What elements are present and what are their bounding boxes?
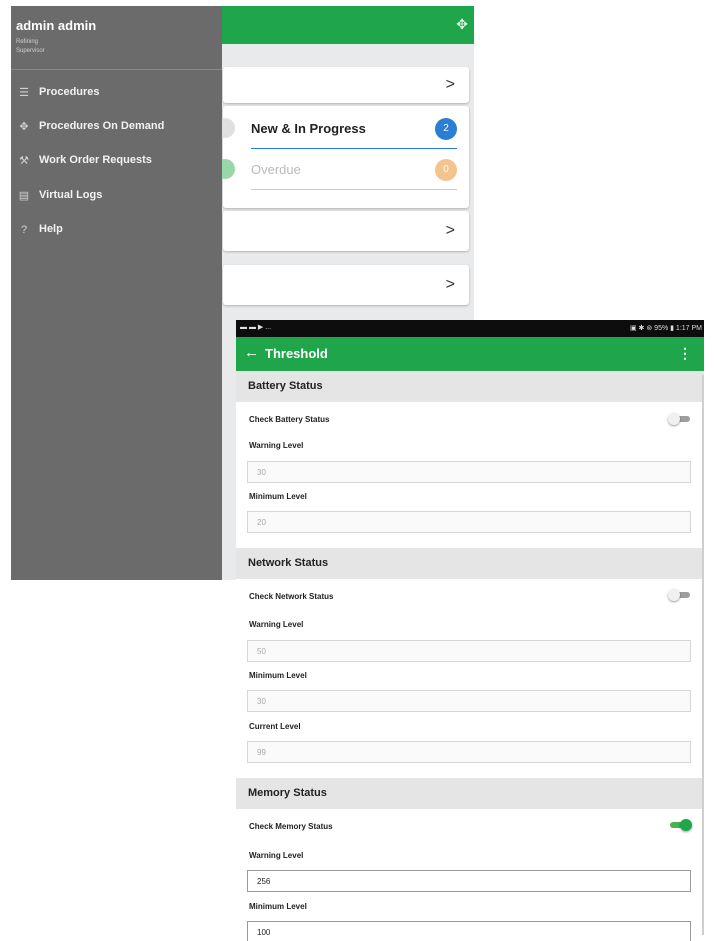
network-current-label: Current Level	[249, 722, 301, 731]
user-name: admin admin	[16, 18, 97, 33]
overdue-row[interactable]: Overdue 0	[251, 150, 457, 190]
log-icon: ▤	[18, 190, 30, 202]
more-vert-icon[interactable]: ⋮	[678, 345, 692, 362]
section-title: Memory Status	[248, 787, 327, 799]
dashboard-card-3[interactable]: >	[223, 265, 469, 305]
nav-item-label: Help	[39, 223, 63, 235]
new-in-progress-row[interactable]: New & In Progress 2	[251, 109, 457, 149]
overdue-count-badge: 0	[435, 159, 457, 181]
move-icon: ✥	[19, 121, 29, 133]
input-value: 30	[257, 697, 266, 706]
memory-warning-input[interactable]: 256	[247, 870, 691, 892]
toggle-knob	[668, 589, 680, 601]
network-toggle[interactable]	[668, 588, 692, 602]
memory-section-header: Memory Status	[236, 778, 704, 809]
network-minimum-label: Minimum Level	[249, 671, 307, 680]
input-value: 30	[257, 468, 266, 477]
battery-section-header: Battery Status	[236, 371, 704, 402]
list-icon: ☰	[19, 87, 29, 99]
battery-warning-input[interactable]: 30	[247, 461, 691, 483]
toggle-knob	[680, 819, 692, 831]
battery-minimum-input[interactable]: 20	[247, 511, 691, 533]
battery-minimum-label: Minimum Level	[249, 492, 307, 501]
nav-item-procedures[interactable]: ☰ Procedures	[16, 84, 216, 104]
drawer-divider	[11, 69, 222, 70]
status-bar-right: ▣ ✱ ⊚ 95% ▮ 1:17 PM	[630, 325, 702, 332]
battery-toggle[interactable]	[668, 412, 692, 426]
nav-item-label: Virtual Logs	[39, 189, 103, 201]
chevron-right-icon: >	[445, 76, 455, 93]
wrench-icon: ⚒	[19, 155, 29, 167]
new-in-progress-count-badge: 2	[435, 118, 457, 140]
chevron-right-icon: >	[445, 222, 455, 239]
status-bar-left: ▬ ▬ ▶ ...	[240, 324, 272, 331]
dashboard-card-2[interactable]: >	[223, 211, 469, 251]
back-arrow-icon[interactable]: ←	[244, 344, 259, 361]
memory-warning-label: Warning Level	[249, 851, 304, 860]
user-role: Supervisor	[16, 48, 45, 54]
input-value: 99	[257, 748, 266, 757]
input-value: 100	[257, 928, 271, 937]
input-value: 256	[257, 877, 271, 886]
navigation-drawer: admin admin Refining Supervisor ☰ Proced…	[11, 6, 222, 580]
section-title: Battery Status	[248, 380, 323, 392]
nav-item-help[interactable]: ? Help	[16, 221, 216, 241]
overdue-label: Overdue	[251, 162, 301, 177]
dashboard-card-1[interactable]: >	[223, 67, 469, 103]
network-warning-label: Warning Level	[249, 620, 304, 629]
check-battery-label: Check Battery Status	[249, 415, 330, 424]
network-minimum-input[interactable]: 30	[247, 690, 691, 712]
section-title: Network Status	[248, 557, 329, 569]
row-underline	[251, 148, 457, 149]
move-icon[interactable]: ✥	[456, 16, 468, 33]
memory-minimum-input[interactable]: 100	[247, 921, 691, 941]
check-network-label: Check Network Status	[249, 592, 334, 601]
app-bar: ← Threshold ⋮	[236, 337, 704, 371]
nav-item-virtual-logs[interactable]: ▤ Virtual Logs	[16, 187, 216, 207]
input-value: 20	[257, 518, 266, 527]
threshold-screen: ▬ ▬ ▶ ... ▣ ✱ ⊚ 95% ▮ 1:17 PM ← Threshol…	[236, 320, 704, 941]
chevron-right-icon: >	[445, 276, 455, 293]
user-site: Refining	[16, 39, 39, 45]
network-section-header: Network Status	[236, 548, 704, 579]
battery-warning-label: Warning Level	[249, 441, 304, 450]
check-memory-label: Check Memory Status	[249, 822, 333, 831]
page-title: Threshold	[265, 346, 328, 361]
row-underline	[251, 189, 457, 190]
network-warning-input[interactable]: 50	[247, 640, 691, 662]
toggle-knob	[668, 413, 680, 425]
scrollbar[interactable]	[702, 375, 704, 935]
memory-toggle[interactable]	[668, 818, 692, 832]
nav-item-label: Procedures	[39, 86, 100, 98]
nav-item-label: Procedures On Demand	[39, 120, 165, 132]
input-value: 50	[257, 647, 266, 656]
nav-item-procedures-on-demand[interactable]: ✥ Procedures On Demand	[16, 118, 216, 138]
status-card: New & In Progress 2 Overdue 0	[215, 106, 469, 208]
new-in-progress-label: New & In Progress	[251, 121, 366, 136]
help-icon: ?	[20, 224, 28, 236]
nav-item-work-order-requests[interactable]: ⚒ Work Order Requests	[16, 152, 216, 172]
system-status-bar: ▬ ▬ ▶ ... ▣ ✱ ⊚ 95% ▮ 1:17 PM	[236, 320, 704, 337]
network-current-input: 99	[247, 741, 691, 763]
nav-item-label: Work Order Requests	[39, 154, 152, 166]
memory-minimum-label: Minimum Level	[249, 902, 307, 911]
